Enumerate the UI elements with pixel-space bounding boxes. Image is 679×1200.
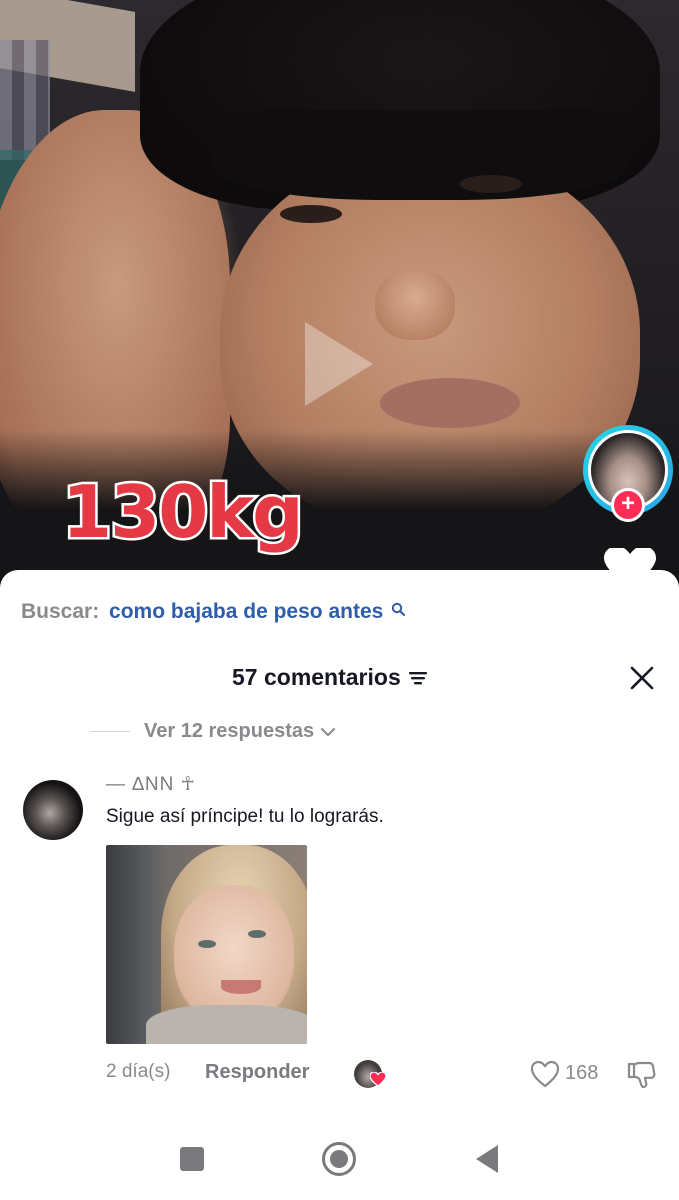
eye <box>248 930 266 938</box>
comments-count: 57 comentarios <box>232 664 401 690</box>
divider <box>90 731 130 732</box>
eye <box>198 940 216 948</box>
search-query[interactable]: como bajaba de peso antes <box>109 600 383 623</box>
comment-age: 2 día(s) <box>106 1061 171 1082</box>
comment-text: Sigue así príncipe! tu lo lograrás. <box>106 806 384 827</box>
filter-icon[interactable] <box>408 670 429 686</box>
close-icon[interactable] <box>628 664 656 692</box>
reply-button[interactable]: Responder <box>205 1061 309 1084</box>
hair-fringe <box>210 110 630 200</box>
video-player[interactable]: 130kg + <box>0 0 679 600</box>
avatar[interactable] <box>23 780 83 840</box>
eye <box>460 175 522 193</box>
video-overlay-text: 130kg <box>60 468 307 557</box>
back-button[interactable] <box>476 1145 498 1173</box>
comment-username[interactable]: — ∆NN ☥ <box>106 773 196 796</box>
heart-icon[interactable] <box>530 1060 560 1088</box>
screen: 130kg + Buscar: como bajaba de peso ante… <box>0 0 679 1200</box>
nose <box>375 270 455 340</box>
view-replies[interactable]: Ver 12 respuestas <box>90 720 336 743</box>
comments-header: 57 comentarios <box>232 664 429 691</box>
face <box>174 885 294 1025</box>
sweater <box>146 1005 307 1044</box>
view-replies-label: Ver 12 respuestas <box>144 720 315 742</box>
comment-image[interactable] <box>106 845 307 1044</box>
play-icon[interactable] <box>305 322 373 406</box>
search-icon <box>391 598 406 622</box>
chevron-down-icon <box>321 727 336 736</box>
follow-button[interactable]: + <box>611 488 645 522</box>
heart-icon <box>370 1072 386 1086</box>
lips <box>380 378 520 428</box>
mouth <box>221 980 261 994</box>
search-prefix: Buscar: <box>21 600 100 623</box>
eye <box>280 205 342 223</box>
like-count: 168 <box>565 1062 599 1084</box>
home-dot <box>330 1150 348 1168</box>
home-button[interactable] <box>322 1142 356 1176</box>
search-suggestion[interactable]: Buscar: como bajaba de peso antes <box>21 598 406 624</box>
dislike-icon[interactable] <box>626 1060 656 1090</box>
recent-apps-button[interactable] <box>180 1147 204 1171</box>
